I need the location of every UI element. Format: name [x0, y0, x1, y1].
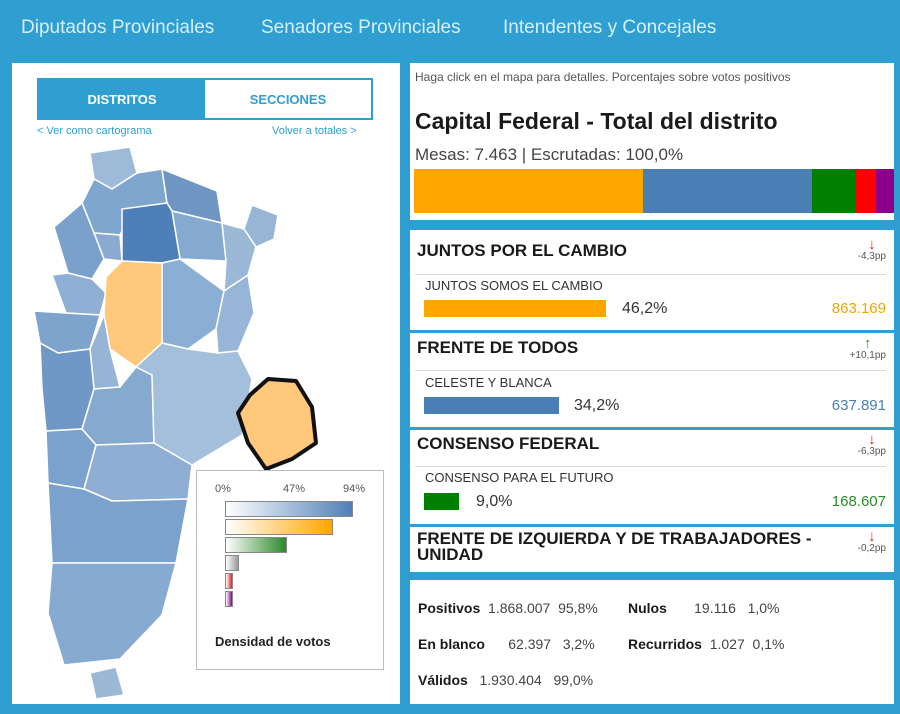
legend-tick-0: 0% — [215, 483, 231, 495]
total-recurridos: Recurridos 1.027 0,1% — [628, 636, 785, 652]
arrow-down-icon: ↓ — [868, 431, 876, 448]
legend-bar-red — [225, 573, 233, 589]
divider — [415, 466, 886, 467]
district-subtitle: Mesas: 7.463 | Escrutadas: 100,0% — [415, 145, 684, 164]
legend-bar-orange — [225, 519, 333, 535]
total-nulos: Nulos 19.116 1,0% — [628, 600, 780, 616]
tab-diputados-provinciales[interactable]: Diputados Provinciales — [21, 17, 214, 39]
legend-title: Densidad de votos — [215, 634, 331, 649]
list-name: CELESTE Y BLANCA — [425, 375, 552, 390]
list-percent: 34,2% — [574, 397, 620, 414]
party-change: ↑ +10,1pp — [849, 335, 886, 361]
top-nav: Diputados Provinciales Senadores Provinc… — [0, 0, 900, 56]
list-percent: 9,0% — [476, 493, 513, 510]
party-consenso-federal[interactable]: CONSENSO FEDERAL ↓ -6,3pp CONSENSO PARA … — [410, 430, 894, 524]
stack-segment-4 — [876, 169, 894, 213]
stack-segment-0 — [414, 169, 643, 213]
legend-bar-purple — [225, 591, 233, 607]
arrow-down-icon: ↓ — [868, 528, 876, 545]
cartograma-link[interactable]: < Ver como cartograma — [37, 125, 152, 137]
party-frente-de-izquierda[interactable]: FRENTE DE IZQUIERDA Y DE TRABAJADORES - … — [410, 527, 894, 572]
map-district-santiago[interactable] — [121, 202, 181, 264]
stack-segment-3 — [856, 169, 877, 213]
district-header: Haga click en el mapa para detalles. Por… — [410, 63, 894, 220]
list-percent: 46,2% — [622, 300, 668, 317]
toggle-distritos-button[interactable]: DISTRITOS — [39, 80, 205, 118]
volver-totales-link[interactable]: Volver a totales > — [272, 125, 357, 137]
party-name: FRENTE DE IZQUIERDA Y DE TRABAJADORES - … — [417, 529, 812, 564]
stack-segment-1 — [642, 169, 812, 213]
party-change: ↓ -6,3pp — [857, 431, 886, 457]
list-bar — [424, 493, 459, 510]
map-district-tierra-del-fuego[interactable] — [89, 666, 125, 700]
party-name: CONSENSO FEDERAL — [417, 434, 600, 453]
legend-tick-47: 47% — [283, 483, 306, 495]
total-positivos: Positivos 1.868.007 95,8% — [418, 600, 598, 616]
arrow-up-icon: ↑ — [864, 335, 872, 352]
legend-tick-94: 94% — [343, 483, 366, 495]
list-name: JUNTOS SOMOS EL CAMBIO — [425, 278, 603, 293]
total-validos: Válidos 1.930.404 99,0% — [418, 672, 594, 688]
legend-bar-gray — [225, 555, 239, 571]
map-district-entre-rios[interactable] — [215, 274, 255, 354]
divider — [415, 370, 886, 371]
map-district-santa-fe[interactable] — [161, 258, 225, 350]
vote-density-legend: 0% 47% 94% Densidad de votos — [196, 470, 384, 670]
list-name: CONSENSO PARA EL FUTURO — [425, 470, 614, 485]
list-bar — [424, 397, 559, 414]
tab-intendentes-concejales[interactable]: Intendentes y Concejales — [503, 17, 716, 39]
district-title: Capital Federal - Total del distrito — [415, 108, 778, 134]
party-change: ↓ -4,3pp — [857, 236, 886, 262]
stack-segment-2 — [811, 169, 857, 213]
tab-senadores-provinciales[interactable]: Senadores Provinciales — [261, 17, 461, 39]
parties-list: JUNTOS POR EL CAMBIO ↓ -4,3pp JUNTOS SOM… — [410, 230, 894, 572]
list-votes: 168.607 — [831, 493, 886, 510]
arrow-down-icon: ↓ — [868, 236, 876, 253]
total-en-blanco: En blanco 62.397 3,2% — [418, 636, 595, 652]
legend-bar-green — [225, 537, 287, 553]
party-name: FRENTE DE TODOS — [417, 338, 579, 357]
map-panel: DISTRITOS SECCIONES < Ver como cartogram… — [12, 63, 400, 704]
toggle-secciones-button[interactable]: SECCIONES — [205, 80, 371, 118]
view-toggle: DISTRITOS SECCIONES — [37, 78, 373, 120]
legend-bar-blue — [225, 501, 353, 517]
list-votes: 637.891 — [831, 397, 886, 414]
party-change: ↓ -0,2pp — [857, 528, 886, 554]
map-district-santa-cruz[interactable] — [47, 562, 177, 666]
results-stacked-bar — [414, 169, 894, 213]
map-hint: Haga click en el mapa para detalles. Por… — [415, 70, 791, 84]
list-bar — [424, 300, 606, 317]
party-frente-de-todos[interactable]: FRENTE DE TODOS ↑ +10,1pp CELESTE Y BLAN… — [410, 333, 894, 427]
map-district-la-rioja[interactable] — [51, 272, 107, 316]
party-juntos-por-el-cambio[interactable]: JUNTOS POR EL CAMBIO ↓ -4,3pp JUNTOS SOM… — [410, 230, 894, 327]
list-votes: 863.169 — [831, 300, 886, 317]
totals-panel: Positivos 1.868.007 95,8% Nulos 19.116 1… — [410, 580, 894, 704]
party-name: JUNTOS POR EL CAMBIO — [417, 241, 628, 260]
divider — [415, 274, 886, 275]
